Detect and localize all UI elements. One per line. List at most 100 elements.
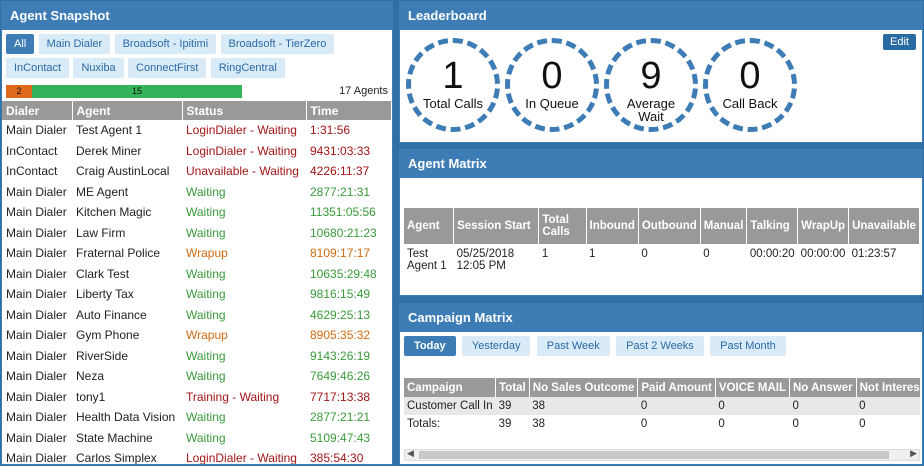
column-header-dialer[interactable]: Dialer bbox=[2, 101, 73, 120]
cell-dialer: Main Dialer bbox=[6, 430, 67, 445]
filter-connectfirst[interactable]: ConnectFirst bbox=[128, 58, 207, 78]
agent-count: 17 Agents bbox=[339, 85, 388, 97]
filter-broadsoft-ipitimi[interactable]: Broadsoft - Ipitimi bbox=[114, 34, 217, 54]
campaign-matrix-title: Campaign Matrix bbox=[400, 304, 922, 332]
cell-dialer: InContact bbox=[6, 164, 58, 179]
cell-time: 8109:17:17 bbox=[310, 246, 371, 261]
column-header-status[interactable]: Status bbox=[182, 101, 307, 120]
cell-agent: Health Data Vision bbox=[76, 410, 176, 425]
column-header-no-sales-outcome[interactable]: No Sales Outcome bbox=[529, 378, 639, 397]
table-row[interactable]: Main Dialer Clark Test Waiting 10635:29:48 bbox=[2, 264, 392, 285]
table-row[interactable]: Main Dialer Fraternal Police Wrapup 8109:17… bbox=[2, 243, 392, 264]
table-row: Customer Call In 39 38 0 0 0 0 0 bbox=[404, 397, 920, 415]
table-row[interactable]: Main Dialer Gym Phone Wrapup 8905:35:32 bbox=[2, 325, 392, 346]
filter-all[interactable]: All bbox=[6, 34, 35, 54]
edit-button[interactable]: Edit bbox=[883, 34, 916, 50]
table-row[interactable]: Main Dialer tony1 Training - Waiting 7717:1… bbox=[2, 387, 392, 408]
scroll-right-arrow-icon[interactable]: ▶ bbox=[910, 448, 917, 459]
stat-value: 1 bbox=[442, 55, 464, 97]
cell-time: 10680:21:23 bbox=[310, 225, 377, 240]
table-header-row: Agent Session Start Total Calls Inbound … bbox=[404, 208, 920, 244]
cell-agent: Kitchen Magic bbox=[76, 205, 152, 220]
column-header-inbound[interactable]: Inbound bbox=[586, 208, 639, 244]
filter-broadsoft-tierzero[interactable]: Broadsoft - TierZero bbox=[220, 34, 335, 54]
table-row[interactable]: Main Dialer State Machine Waiting 5109:47:4… bbox=[2, 428, 392, 449]
cell-status: LoginDialer - Waiting bbox=[186, 123, 297, 138]
column-header-session-start[interactable]: Session Start bbox=[453, 208, 540, 244]
column-header-campaign[interactable]: Campaign bbox=[404, 378, 497, 397]
table-header-row: Dialer Agent Status Time bbox=[2, 101, 392, 120]
cell-agent: Gym Phone bbox=[76, 328, 140, 343]
cell-voice-mail: 0 bbox=[718, 418, 725, 430]
column-header-total-calls[interactable]: Total Calls bbox=[538, 208, 587, 244]
column-header-outbound[interactable]: Outbound bbox=[638, 208, 701, 244]
cell-status: LoginDialer - Waiting bbox=[186, 451, 297, 465]
stat-total-calls: 1 Total Calls bbox=[406, 38, 500, 132]
cell-not-interested: 0 bbox=[856, 397, 920, 415]
filter-incontact[interactable]: InContact bbox=[6, 58, 70, 78]
cell-time: 4629:25:13 bbox=[310, 307, 371, 322]
cell-no-answer: 0 bbox=[789, 397, 857, 415]
column-header-not-interested[interactable]: Not Interested bbox=[856, 378, 920, 397]
cell-outbound: 0 bbox=[641, 248, 648, 260]
table-row[interactable]: Main Dialer RiverSide Waiting 9143:26:19 bbox=[2, 346, 392, 367]
stat-call-back: 0 Call Back bbox=[703, 38, 797, 132]
cell-status: Training - Waiting bbox=[186, 389, 280, 404]
cell-time: 11351:05:56 bbox=[310, 205, 376, 220]
cell-status: Unavailable - Waiting bbox=[186, 164, 299, 179]
table-row[interactable]: Main Dialer Law Firm Waiting 10680:21:23 bbox=[2, 223, 392, 244]
column-header-agent[interactable]: Agent bbox=[404, 208, 455, 244]
column-header-talking[interactable]: Talking bbox=[746, 208, 799, 244]
column-header-unavailable[interactable]: Unavailable bbox=[848, 208, 920, 244]
cell-dialer: Main Dialer bbox=[6, 266, 67, 281]
cell-time: 5109:47:43 bbox=[310, 430, 371, 445]
tab-past-month[interactable]: Past Month bbox=[710, 336, 786, 356]
table-row[interactable]: Main Dialer Neza Waiting 7649:46:26 bbox=[2, 366, 392, 387]
cell-dialer: Main Dialer bbox=[6, 451, 67, 465]
tab-yesterday[interactable]: Yesterday bbox=[461, 336, 531, 356]
cell-status: Waiting bbox=[186, 287, 226, 302]
stat-label: Total Calls bbox=[423, 96, 483, 111]
cell-time: 2877:21:31 bbox=[310, 184, 371, 199]
table-row[interactable]: Main Dialer Carlos Simplex LoginDialer - W… bbox=[2, 448, 392, 465]
column-header-agent[interactable]: Agent bbox=[72, 101, 183, 120]
table-row[interactable]: InContact Derek Miner LoginDialer - Waitin… bbox=[2, 141, 392, 162]
table-row[interactable]: Main Dialer Health Data Vision Waiting 2877… bbox=[2, 407, 392, 428]
column-header-paid-amount[interactable]: Paid Amount bbox=[637, 378, 716, 397]
column-header-no-answer[interactable]: No Answer bbox=[789, 378, 857, 397]
column-header-time[interactable]: Time bbox=[306, 101, 392, 120]
filter-main-dialer[interactable]: Main Dialer bbox=[38, 34, 111, 54]
table-row[interactable]: Main Dialer Test Agent 1 LoginDialer - Wai… bbox=[2, 120, 392, 141]
table-row[interactable]: Main Dialer ME Agent Waiting 2877:21:31 bbox=[2, 182, 392, 203]
cell-agent: Carlos Simplex bbox=[76, 451, 157, 465]
horizontal-scrollbar[interactable]: ◀ ▶ bbox=[404, 448, 920, 461]
tab-past-2-weeks[interactable]: Past 2 Weeks bbox=[616, 336, 704, 356]
cell-agent: Liberty Tax bbox=[76, 287, 134, 302]
table-row[interactable]: Main Dialer Liberty Tax Waiting 9816:15:49 bbox=[2, 284, 392, 305]
column-header-total[interactable]: Total bbox=[495, 378, 530, 397]
scroll-left-arrow-icon[interactable]: ◀ bbox=[407, 448, 414, 459]
column-header-manual[interactable]: Manual bbox=[700, 208, 748, 244]
table-row[interactable]: Main Dialer Auto Finance Waiting 4629:25:13 bbox=[2, 305, 392, 326]
table-row[interactable]: Main Dialer Kitchen Magic Waiting 11351:05:… bbox=[2, 202, 392, 223]
filter-ringcentral[interactable]: RingCentral bbox=[210, 58, 285, 78]
tab-past-week[interactable]: Past Week bbox=[536, 336, 610, 356]
tab-today[interactable]: Today bbox=[404, 336, 456, 356]
cell-agent: Test Agent 1 bbox=[76, 123, 143, 138]
cell-agent: tony1 bbox=[76, 389, 106, 404]
cell-time: 9143:26:19 bbox=[310, 348, 371, 363]
cell-dialer: Main Dialer bbox=[6, 205, 67, 220]
scrollbar-thumb[interactable] bbox=[419, 451, 889, 459]
cell-total: 39 bbox=[498, 418, 512, 430]
campaign-table-scroll: Campaign Total No Sales Outcome Paid Amo… bbox=[404, 378, 920, 433]
cell-dialer: Main Dialer bbox=[6, 246, 67, 261]
table-row[interactable]: InContact Craig AustinLocal Unavailable - … bbox=[2, 161, 392, 182]
filter-nuxiba[interactable]: Nuxiba bbox=[73, 58, 124, 78]
cell-campaign: Customer Call In bbox=[404, 397, 496, 415]
column-header-voice-mail[interactable]: VOICE MAIL bbox=[715, 378, 790, 397]
cell-status: Waiting bbox=[186, 225, 226, 240]
column-header-wrapup[interactable]: WrapUp bbox=[797, 208, 850, 244]
cell-dialer: Main Dialer bbox=[6, 307, 67, 322]
cell-status: Waiting bbox=[186, 205, 226, 220]
cell-status: Waiting bbox=[186, 369, 226, 384]
